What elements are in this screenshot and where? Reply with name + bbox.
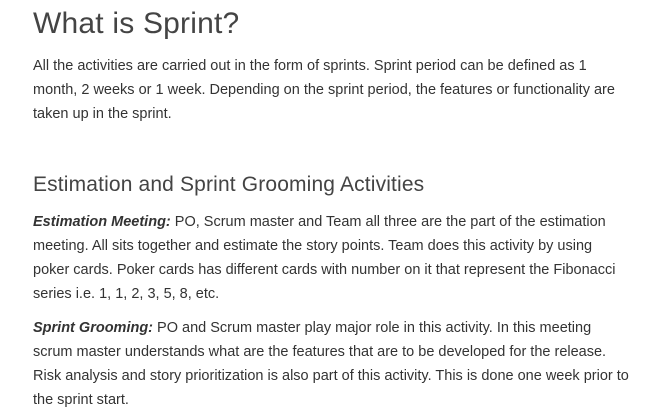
- estimation-meeting-term: Estimation Meeting:: [33, 214, 171, 230]
- page-title: What is Sprint?: [33, 7, 240, 40]
- estimation-meeting-paragraph: Estimation Meeting: PO, Scrum master and…: [33, 210, 631, 306]
- intro-paragraph: All the activities are carried out in th…: [33, 58, 615, 122]
- section-heading: Estimation and Sprint Grooming Activitie…: [33, 173, 425, 196]
- sprint-grooming-paragraph: Sprint Grooming: PO and Scrum master pla…: [33, 316, 631, 412]
- article-content: What is Sprint? All the activities are c…: [0, 0, 645, 420]
- sprint-grooming-term: Sprint Grooming:: [33, 320, 154, 336]
